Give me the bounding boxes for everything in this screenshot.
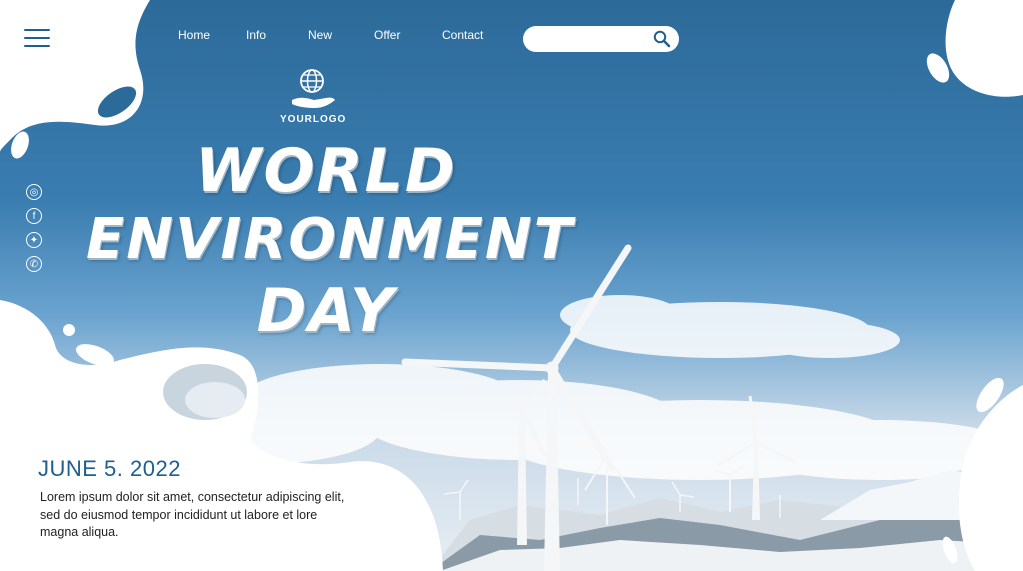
social-links: ◎ f ✦ ✆ bbox=[26, 184, 44, 280]
blob-top-left bbox=[0, 0, 150, 159]
nav-offer[interactable]: Offer bbox=[374, 28, 442, 42]
top-navigation: Home Info New Offer Contact bbox=[178, 28, 483, 42]
event-description: Lorem ipsum dolor sit amet, consectetur … bbox=[40, 490, 345, 539]
search-icon[interactable] bbox=[653, 30, 671, 48]
nav-info[interactable]: Info bbox=[246, 28, 308, 42]
search-box bbox=[523, 26, 679, 52]
event-date: JUNE 5. 2022 bbox=[38, 456, 181, 481]
hamburger-menu-icon[interactable] bbox=[24, 26, 52, 48]
globe-hand-icon bbox=[292, 69, 335, 108]
instagram-icon[interactable]: ◎ bbox=[26, 184, 42, 200]
nav-home[interactable]: Home bbox=[178, 28, 246, 42]
landing-page: Home Info New Offer Contact YOURLOGO WOR… bbox=[0, 0, 1023, 571]
title-line-day: DAY bbox=[256, 276, 396, 346]
twitter-icon[interactable]: ✦ bbox=[26, 232, 42, 248]
menu-line bbox=[24, 29, 50, 31]
title-line-world: WORLD bbox=[195, 136, 457, 206]
facebook-icon[interactable]: f bbox=[26, 208, 42, 224]
blob-top-right bbox=[926, 0, 1023, 97]
nav-contact[interactable]: Contact bbox=[442, 28, 483, 42]
menu-line bbox=[24, 37, 50, 39]
logo[interactable]: YOURLOGO bbox=[280, 68, 347, 125]
nav-new[interactable]: New bbox=[308, 28, 374, 42]
logo-text: YOURLOGO bbox=[280, 114, 347, 125]
title-line-environment: ENVIRONMENT bbox=[86, 207, 574, 272]
hero-title: WORLD ENVIRONMENT DAY bbox=[86, 136, 574, 346]
whatsapp-icon[interactable]: ✆ bbox=[26, 256, 42, 272]
search-input[interactable] bbox=[533, 30, 647, 50]
menu-line bbox=[24, 45, 50, 47]
